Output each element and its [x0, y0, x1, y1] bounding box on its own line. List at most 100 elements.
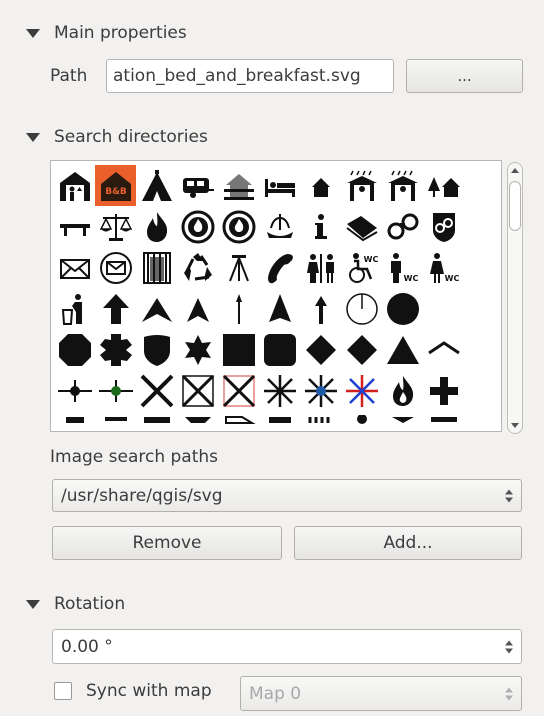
- arrow-head-narrow-icon[interactable]: [177, 288, 218, 329]
- mail-icon[interactable]: [54, 247, 95, 288]
- rotation-spinbox[interactable]: 0.00 °: [52, 629, 522, 664]
- fire-icon[interactable]: [136, 206, 177, 247]
- handcuffs-icon[interactable]: [382, 206, 423, 247]
- browse-button[interactable]: ...: [406, 59, 523, 93]
- male-wc-icon[interactable]: WC: [382, 247, 423, 288]
- misc-icon[interactable]: [95, 411, 136, 431]
- scroll-down-arrow-icon[interactable]: [511, 423, 519, 428]
- toilets-icon[interactable]: [300, 247, 341, 288]
- rotation-header[interactable]: Rotation: [26, 591, 125, 617]
- path-input-value: ation_bed_and_breakfast.svg: [113, 66, 361, 86]
- book-icon[interactable]: [341, 206, 382, 247]
- fountain-icon[interactable]: [259, 206, 300, 247]
- fire-outline-icon[interactable]: [382, 370, 423, 411]
- scroll-up-arrow-icon[interactable]: [511, 168, 519, 173]
- misc-icon[interactable]: [136, 411, 177, 431]
- bnb-text: B&B: [105, 187, 127, 197]
- asterisk-icon[interactable]: [259, 370, 300, 411]
- search-directories-header[interactable]: Search directories: [26, 124, 208, 150]
- collapse-triangle-icon[interactable]: [26, 132, 40, 142]
- cross-octagon-icon[interactable]: [95, 329, 136, 370]
- triangle-icon[interactable]: [382, 329, 423, 370]
- scales-icon[interactable]: [95, 206, 136, 247]
- misc-icon[interactable]: [382, 411, 423, 431]
- map-select-value: Map 0: [249, 683, 302, 704]
- plus-icon[interactable]: [423, 370, 464, 411]
- path-label: Path: [50, 66, 88, 86]
- sync-with-map-checkbox[interactable]: [54, 682, 72, 700]
- asterisk-blue-icon[interactable]: [300, 370, 341, 411]
- misc-icon[interactable]: [300, 411, 341, 431]
- rounded-square-icon[interactable]: [259, 329, 300, 370]
- wheelchair-wc-icon[interactable]: WC: [341, 247, 382, 288]
- handcuffs-badge-icon[interactable]: [423, 206, 464, 247]
- arrow-triangle-icon[interactable]: [259, 288, 300, 329]
- x-cross-icon[interactable]: [136, 370, 177, 411]
- icon-grid-scrollbar[interactable]: [507, 162, 523, 434]
- bed-and-breakfast-icon[interactable]: B&B: [95, 165, 136, 206]
- clock-circle-icon[interactable]: [341, 288, 382, 329]
- misc-icon[interactable]: [218, 411, 259, 431]
- line-green-dot-icon[interactable]: [95, 370, 136, 411]
- elevator-icon[interactable]: [54, 165, 95, 206]
- bed-icon[interactable]: [259, 165, 300, 206]
- x-box-icon[interactable]: [177, 370, 218, 411]
- octagon-icon[interactable]: [54, 329, 95, 370]
- chalet-icon[interactable]: [218, 165, 259, 206]
- arrow-thin-icon[interactable]: [218, 288, 259, 329]
- x-box-red-icon[interactable]: [218, 370, 259, 411]
- waste-basket-icon[interactable]: [54, 288, 95, 329]
- info-icon[interactable]: [300, 206, 341, 247]
- recycle-icon[interactable]: [177, 247, 218, 288]
- square-icon[interactable]: [218, 329, 259, 370]
- fire-badge-icon[interactable]: [218, 206, 259, 247]
- misc-icon[interactable]: [423, 411, 464, 431]
- map-select[interactable]: Map 0: [240, 676, 522, 711]
- remove-button-label: Remove: [132, 533, 202, 553]
- telephone-icon[interactable]: [259, 247, 300, 288]
- chevron-line-icon[interactable]: [423, 329, 464, 370]
- scrollbar-thumb[interactable]: [509, 181, 521, 231]
- spin-arrows-icon[interactable]: [505, 640, 513, 653]
- tent-icon[interactable]: [136, 165, 177, 206]
- image-search-paths-label: Image search paths: [50, 447, 219, 467]
- caravan-icon[interactable]: [177, 165, 218, 206]
- collapse-triangle-icon[interactable]: [26, 599, 40, 609]
- path-input[interactable]: ation_bed_and_breakfast.svg: [106, 59, 394, 93]
- house-icon[interactable]: [300, 165, 341, 206]
- filled-circle-icon[interactable]: [382, 288, 423, 329]
- main-properties-header[interactable]: Main properties: [26, 20, 187, 46]
- arrow-up-thick-icon[interactable]: [95, 288, 136, 329]
- arrow-head-icon[interactable]: [136, 288, 177, 329]
- svg-text:WC: WC: [363, 255, 378, 264]
- shelter-rain-icon[interactable]: [341, 165, 382, 206]
- prison-icon[interactable]: [136, 247, 177, 288]
- survey-point-icon[interactable]: [218, 247, 259, 288]
- diamond-icon[interactable]: [341, 329, 382, 370]
- arrow-up-icon[interactable]: [300, 288, 341, 329]
- main-properties-title: Main properties: [54, 23, 187, 43]
- bench-icon[interactable]: [54, 206, 95, 247]
- collapse-triangle-icon[interactable]: [26, 28, 40, 38]
- star-icon[interactable]: [177, 329, 218, 370]
- svg-icon-grid[interactable]: B&B WC WC WC: [50, 160, 502, 432]
- female-wc-icon[interactable]: WC: [423, 247, 464, 288]
- misc-icon[interactable]: [177, 411, 218, 431]
- fire-badge-icon[interactable]: [177, 206, 218, 247]
- trees-house-icon[interactable]: [423, 165, 464, 206]
- empty-cell: [423, 288, 464, 329]
- svg-text:WC: WC: [444, 274, 459, 283]
- add-button[interactable]: Add...: [294, 526, 522, 560]
- misc-icon[interactable]: [341, 411, 382, 431]
- line-dot-icon[interactable]: [54, 370, 95, 411]
- diamond-icon[interactable]: [300, 329, 341, 370]
- shield-icon[interactable]: [136, 329, 177, 370]
- search-path-select[interactable]: /usr/share/qgis/svg: [52, 479, 522, 512]
- remove-button[interactable]: Remove: [52, 526, 282, 560]
- rotation-title: Rotation: [54, 594, 126, 614]
- mail-circle-icon[interactable]: [95, 247, 136, 288]
- shelter-rain-icon[interactable]: [382, 165, 423, 206]
- misc-icon[interactable]: [259, 411, 300, 431]
- asterisk-red-blue-icon[interactable]: [341, 370, 382, 411]
- misc-icon[interactable]: [54, 411, 95, 431]
